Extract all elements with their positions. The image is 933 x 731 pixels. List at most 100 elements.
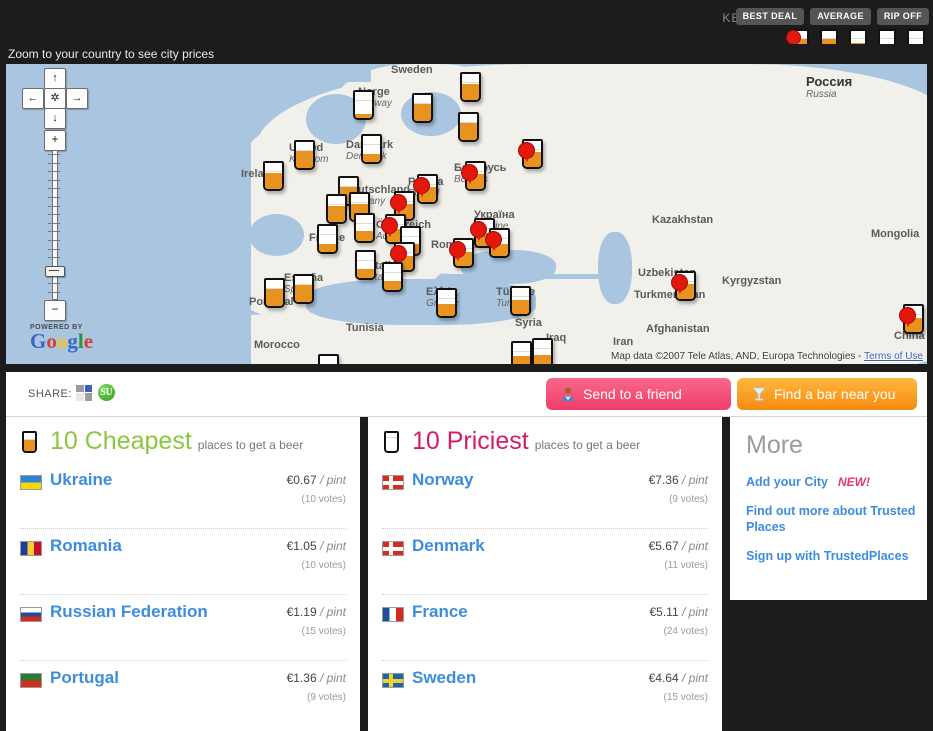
- zoom-tick: [48, 291, 60, 293]
- map-country-label: Syria: [515, 317, 542, 329]
- map-marker-best-deal[interactable]: [672, 269, 699, 303]
- map-marker-beer[interactable]: [315, 222, 341, 256]
- delicious-icon[interactable]: [76, 384, 92, 401]
- map-canvas[interactable]: Россия Russia Kazakhstan Mongolia China Uzbek…: [6, 64, 927, 364]
- country-link[interactable]: Norway: [412, 470, 473, 490]
- country-link[interactable]: Denmark: [412, 536, 485, 556]
- more-link[interactable]: Sign up with TrustedPlaces: [746, 548, 927, 564]
- map-marker-beer[interactable]: [292, 138, 318, 172]
- country-link[interactable]: Romania: [50, 536, 122, 556]
- price-value: €1.05 / pint: [286, 539, 346, 553]
- terms-of-use-link[interactable]: Terms of Use: [864, 351, 923, 362]
- share-icons[interactable]: SU: [76, 384, 115, 401]
- map-country-label: Iran: [613, 336, 634, 348]
- map-marker-beer[interactable]: [434, 286, 460, 320]
- pan-down-button[interactable]: ↓: [44, 108, 66, 129]
- pan-up-button[interactable]: ↑: [44, 68, 66, 89]
- map-marker-beer[interactable]: [508, 284, 534, 318]
- map-marker-beer[interactable]: [316, 352, 342, 364]
- zoom-tick: [48, 283, 60, 284]
- share-label: SHARE:: [28, 388, 72, 400]
- pan-right-button[interactable]: →: [66, 88, 88, 109]
- map-country-label: Mongolia: [871, 228, 920, 240]
- google-logo-letter: g: [67, 329, 78, 353]
- list-item[interactable]: Ukraine €0.67 / pint (10 votes): [20, 463, 346, 528]
- more-links-list[interactable]: Add your City NEW! Find out more about Tru…: [730, 460, 927, 564]
- zoom-slider-handle[interactable]: [45, 266, 65, 277]
- map-controls[interactable]: ↑ ← ✲ → ↓ + − POWERED BY Google: [22, 68, 93, 352]
- list-item[interactable]: Portugal €1.36 / pint (9 votes): [20, 660, 346, 726]
- country-link[interactable]: Russian Federation: [50, 602, 208, 622]
- price-value: €5.11 / pint: [649, 605, 709, 619]
- new-badge: NEW!: [837, 475, 870, 489]
- cheapest-list[interactable]: Ukraine €0.67 / pint (10 votes) Romania €1.0…: [6, 463, 360, 726]
- flag-icon: [382, 475, 404, 490]
- send-to-friend-label: Send to a friend: [583, 386, 682, 402]
- map-marker-best-deal[interactable]: [519, 137, 546, 171]
- votes-count: (15 votes): [301, 626, 346, 637]
- sea-caspian: [598, 232, 632, 304]
- flag-icon: [382, 541, 404, 556]
- priciest-subheading: places to get a beer: [534, 438, 641, 452]
- zoom-out-button[interactable]: −: [44, 300, 66, 321]
- share-bar: SHARE: SU Send to a friend Find a bar ne…: [6, 372, 927, 417]
- map-marker-beer[interactable]: [380, 260, 406, 294]
- pan-center-button[interactable]: ✲: [44, 88, 66, 109]
- page-root: KEY: BEST DEALAVERAGERIP OFF Zoom to you…: [0, 0, 933, 731]
- country-link[interactable]: France: [412, 602, 468, 622]
- find-bar-label: Find a bar near you: [774, 386, 896, 402]
- pan-control[interactable]: ↑ ← ✲ → ↓: [22, 68, 88, 129]
- map-marker-beer[interactable]: [262, 276, 288, 310]
- map-marker-best-deal[interactable]: [462, 159, 489, 193]
- cheapest-header: 10 Cheapest places to get a beer: [6, 417, 360, 463]
- votes-count: (10 votes): [301, 494, 346, 505]
- price-value: €1.19 / pint: [286, 605, 346, 619]
- list-item[interactable]: Sweden €4.64 / pint (15 votes): [382, 660, 708, 726]
- map-marker-best-deal[interactable]: [414, 172, 441, 206]
- priciest-list[interactable]: Norway €7.36 / pint (9 votes) Denmark €5.67 …: [368, 463, 722, 726]
- more-heading: More: [746, 431, 803, 459]
- map-marker-best-deal[interactable]: [900, 302, 927, 336]
- more-link[interactable]: Find out more about Trusted Places: [746, 503, 927, 535]
- map-marker-beer[interactable]: [291, 272, 317, 306]
- map-marker-beer[interactable]: [352, 211, 378, 245]
- send-to-friend-button[interactable]: Send to a friend: [546, 378, 731, 410]
- list-item[interactable]: France €5.11 / pint (24 votes): [382, 594, 708, 660]
- list-item[interactable]: Russian Federation €1.19 / pint (15 votes): [20, 594, 346, 660]
- flag-icon: [382, 673, 404, 688]
- list-item[interactable]: Norway €7.36 / pint (9 votes): [382, 463, 708, 528]
- price-value: €0.67 / pint: [286, 473, 346, 487]
- map-attribution: Map data ©2007 Tele Atlas, AND, Europa T…: [611, 351, 923, 362]
- stumbleupon-icon[interactable]: SU: [98, 384, 115, 401]
- find-bar-button[interactable]: Find a bar near you: [737, 378, 917, 410]
- cheapest-subheading: places to get a beer: [197, 438, 304, 452]
- zoom-tick: [48, 231, 60, 233]
- cheapest-heading: 10 Cheapest: [50, 427, 192, 455]
- country-link[interactable]: Sweden: [412, 668, 476, 688]
- zoom-in-button[interactable]: +: [44, 130, 66, 151]
- pan-left-button[interactable]: ←: [22, 88, 44, 109]
- key-badge: AVERAGE: [810, 8, 871, 25]
- map-marker-beer[interactable]: [359, 132, 385, 166]
- map-marker-beer[interactable]: [456, 110, 482, 144]
- country-link[interactable]: Portugal: [50, 668, 119, 688]
- list-item[interactable]: Denmark €5.67 / pint (11 votes): [382, 528, 708, 594]
- price-value: €1.36 / pint: [286, 671, 346, 685]
- zoom-slider-track[interactable]: [52, 150, 58, 300]
- flag-icon: [20, 541, 42, 556]
- map-marker-beer[interactable]: [410, 91, 436, 125]
- map-country-label: Россия Russia: [806, 74, 853, 100]
- map-marker-beer[interactable]: [458, 70, 484, 104]
- more-link[interactable]: Add your City NEW!: [746, 474, 927, 490]
- map-marker-beer[interactable]: [261, 159, 287, 193]
- votes-count: (15 votes): [663, 692, 708, 703]
- list-item[interactable]: Romania €1.05 / pint (10 votes): [20, 528, 346, 594]
- map-marker-beer[interactable]: [353, 248, 379, 282]
- country-link[interactable]: Ukraine: [50, 470, 112, 490]
- zoom-tick: [48, 222, 60, 224]
- google-watermark: POWERED BY Google: [30, 324, 93, 352]
- map-marker-best-deal[interactable]: [486, 226, 513, 260]
- map-marker-beer[interactable]: [530, 336, 556, 364]
- map-marker-beer[interactable]: [351, 88, 377, 122]
- map-marker-beer[interactable]: [324, 192, 350, 226]
